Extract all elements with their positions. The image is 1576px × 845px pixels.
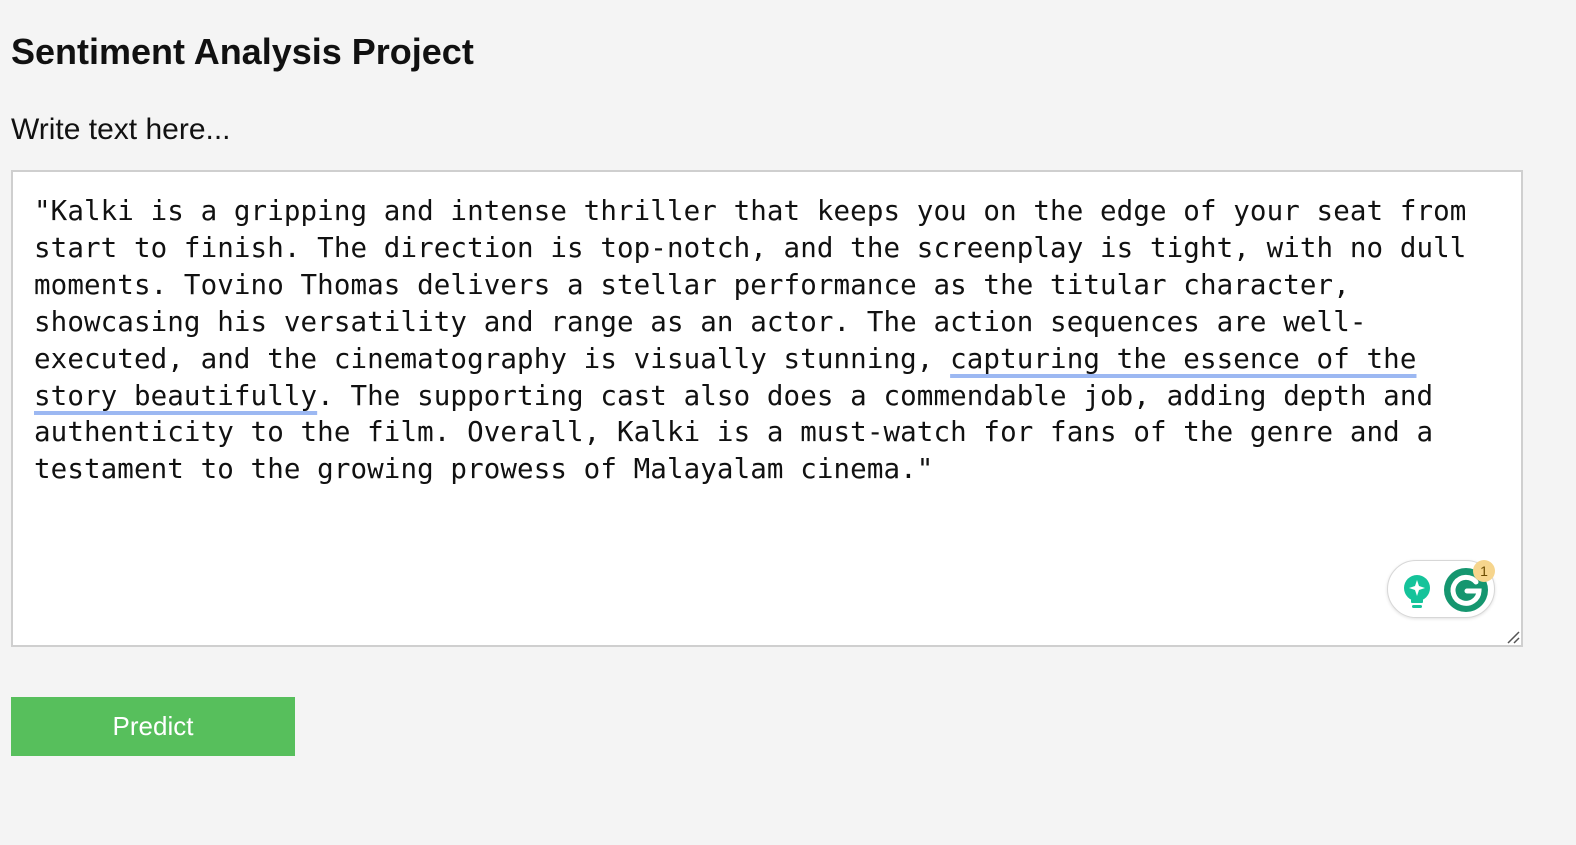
review-textarea[interactable]: "Kalki is a gripping and intense thrille…	[11, 170, 1523, 647]
page-title: Sentiment Analysis Project	[11, 31, 474, 72]
text-input-label: Write text here...	[11, 113, 231, 146]
grammarly-widget[interactable]: 1	[1387, 560, 1495, 618]
suggestion-count-badge: 1	[1473, 560, 1495, 582]
predict-button[interactable]: Predict	[11, 697, 295, 756]
lightbulb-sparkle-icon[interactable]	[1399, 573, 1435, 611]
review-text[interactable]: "Kalki is a gripping and intense thrille…	[34, 193, 1504, 488]
resize-handle-icon[interactable]	[1504, 628, 1520, 644]
